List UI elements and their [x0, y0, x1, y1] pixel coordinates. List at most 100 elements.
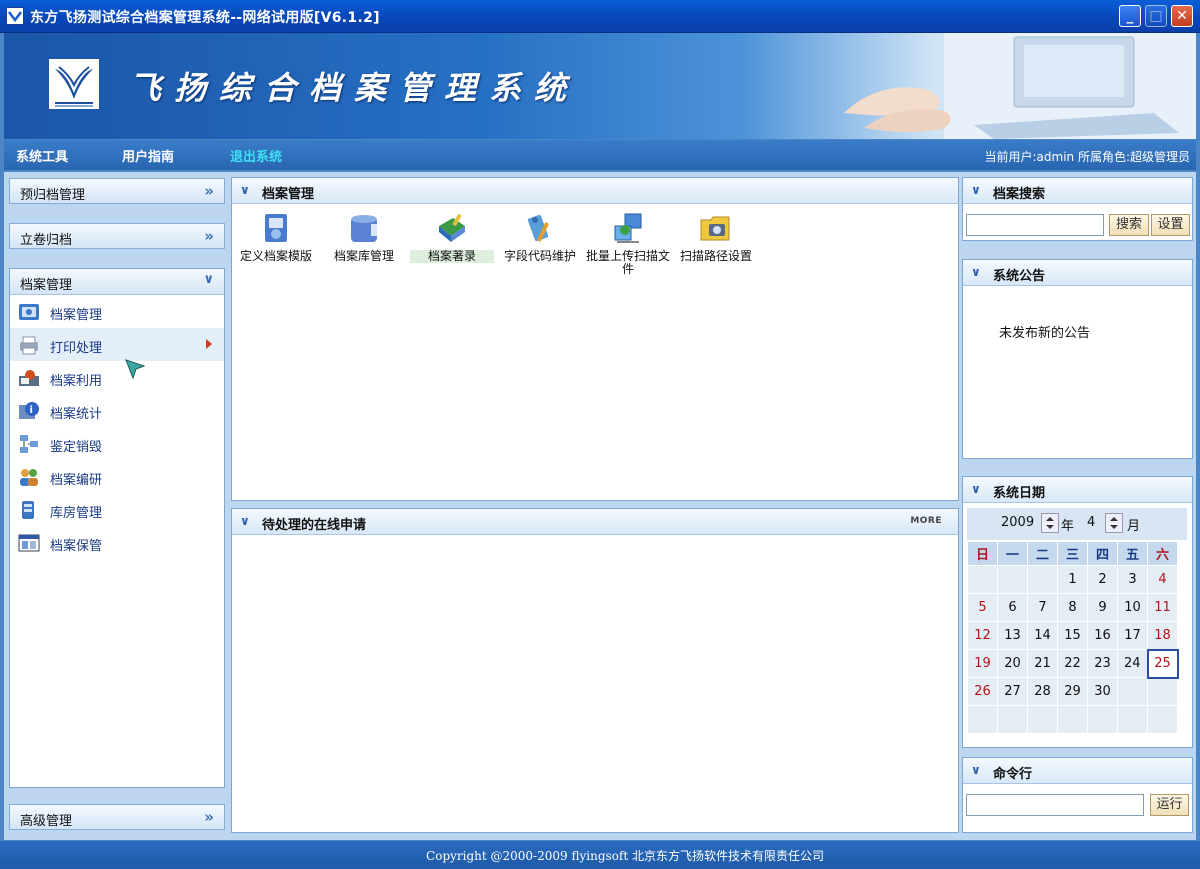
calendar-day[interactable]: 23	[1087, 649, 1118, 678]
calendar-day[interactable]: 19	[967, 649, 998, 678]
command-panel-header[interactable]: ∨ 命令行	[963, 758, 1192, 784]
weekday-header: 日	[967, 541, 998, 566]
weekday-header: 二	[1027, 541, 1058, 566]
calendar-day[interactable]: 18	[1147, 621, 1178, 650]
nav-item-archive-manage[interactable]: 档案管理	[10, 295, 224, 328]
calendar-day[interactable]: 29	[1057, 677, 1088, 706]
calendar-day[interactable]: 17	[1117, 621, 1148, 650]
calendar-year: 2009	[1001, 515, 1035, 530]
nav-item-label: 档案保管	[50, 539, 103, 554]
panel-title: 档案管理	[262, 187, 315, 202]
more-link[interactable]: MORE	[910, 516, 942, 526]
calendar-day[interactable]: 5	[967, 593, 998, 622]
search-input[interactable]	[966, 214, 1104, 236]
catalog-icon	[435, 212, 469, 246]
archive-panel-header[interactable]: ∨ 档案管理	[232, 178, 958, 204]
window-titlebar[interactable]: 东方飞扬测试综合档案管理系统--网络试用版[V6.1.2] _ □ ✕	[0, 0, 1200, 33]
calendar-day[interactable]: 8	[1057, 593, 1088, 622]
calendar-day[interactable]: 27	[997, 677, 1028, 706]
chevron-down-icon: ∨	[240, 514, 250, 528]
menu-exit-system[interactable]: 退出系统	[230, 146, 282, 165]
calendar-day[interactable]: 12	[967, 621, 998, 650]
calendar-day[interactable]: 20	[997, 649, 1028, 678]
scan-path-shortcut[interactable]: 扫描路径设置	[674, 212, 758, 263]
nav-item-appraise-destroy[interactable]: 鉴定销毁	[10, 427, 224, 460]
nav-item-statistics[interactable]: i 档案统计	[10, 394, 224, 427]
calendar-day[interactable]: 7	[1027, 593, 1058, 622]
nav-section-archive-header[interactable]: 档案管理 ∨	[10, 269, 224, 295]
nav-section-prearchive[interactable]: 预归档管理 »	[9, 178, 225, 204]
calendar-week: 19 20 21 22 23 24 25	[967, 648, 1179, 679]
chevron-down-icon: ∨	[971, 763, 981, 777]
year-spinner[interactable]	[1041, 513, 1059, 533]
calendar-day[interactable]: 14	[1027, 621, 1058, 650]
batch-upload-shortcut[interactable]: 批量上传扫描文件	[586, 212, 670, 276]
nav-section-advanced[interactable]: 高级管理 »	[9, 804, 225, 830]
maximize-button[interactable]: □	[1145, 5, 1167, 27]
minimize-button[interactable]: _	[1119, 5, 1141, 27]
panel-title: 命令行	[993, 767, 1033, 782]
calendar-day[interactable]: 24	[1117, 649, 1148, 678]
search-button[interactable]: 搜索	[1109, 214, 1149, 236]
calendar-day[interactable]: 16	[1087, 621, 1118, 650]
nav-section-filing[interactable]: 立卷归档 »	[9, 223, 225, 249]
calendar-day[interactable]: 30	[1087, 677, 1118, 706]
template-icon	[259, 212, 293, 246]
panel-title: 待处理的在线申请	[262, 518, 367, 533]
notice-panel-header[interactable]: ∨ 系统公告	[963, 260, 1192, 286]
calendar-day[interactable]: 26	[967, 677, 998, 706]
month-spinner[interactable]	[1105, 513, 1123, 533]
menu-user-guide[interactable]: 用户指南	[122, 146, 174, 165]
calendar-day	[1027, 705, 1058, 734]
archive-icon	[18, 302, 40, 322]
calendar-day	[1147, 705, 1178, 734]
calendar-day[interactable]: 22	[1057, 649, 1088, 678]
calendar-day[interactable]: 15	[1057, 621, 1088, 650]
panel-title: 系统日期	[993, 486, 1046, 501]
calendar-day[interactable]: 2	[1087, 565, 1118, 594]
calendar-day[interactable]: 13	[997, 621, 1028, 650]
search-panel-header[interactable]: ∨ 档案搜索	[963, 178, 1192, 204]
user-document-icon	[18, 368, 40, 388]
weekday-header: 五	[1117, 541, 1148, 566]
archive-catalog-shortcut[interactable]: 档案著录	[410, 212, 494, 263]
menu-system-tools[interactable]: 系统工具	[16, 146, 68, 165]
shortcut-label: 档案著录	[410, 250, 494, 263]
calendar-day[interactable]: 9	[1087, 593, 1118, 622]
calendar-day[interactable]: 6	[997, 593, 1028, 622]
nav-item-custody[interactable]: 档案保管	[10, 526, 224, 559]
nav-item-compile[interactable]: 档案编研	[10, 460, 224, 493]
upload-scan-icon	[611, 212, 645, 246]
run-button[interactable]: 运行	[1150, 794, 1189, 816]
calendar-day[interactable]: 4	[1147, 565, 1178, 594]
calendar-day[interactable]: 28	[1027, 677, 1058, 706]
calendar-day	[1087, 705, 1118, 734]
nav-item-label: 打印处理	[50, 341, 103, 356]
field-code-shortcut[interactable]: 字段代码维护	[498, 212, 582, 263]
nav-item-label: 鉴定销毁	[50, 440, 103, 455]
shortcut-label: 定义档案模版	[239, 249, 312, 263]
command-input[interactable]	[966, 794, 1144, 816]
calendar-day[interactable]: 21	[1027, 649, 1058, 678]
calendar-month: 4	[1087, 515, 1096, 530]
nav-item-archive-use[interactable]: 档案利用	[10, 361, 224, 394]
calendar-day[interactable]: 11	[1147, 593, 1178, 622]
nav-item-print[interactable]: 打印处理	[10, 328, 224, 361]
people-icon	[18, 467, 40, 487]
calendar-week: 1234	[967, 565, 1178, 594]
date-panel-header[interactable]: ∨ 系统日期	[963, 477, 1192, 503]
chevron-down-icon: ∨	[971, 482, 981, 496]
pending-panel-header[interactable]: ∨ 待处理的在线申请 MORE	[232, 509, 958, 535]
archive-library-shortcut[interactable]: 档案库管理	[322, 212, 406, 263]
nav-item-label: 档案利用	[50, 374, 103, 389]
calendar-day[interactable]: 3	[1117, 565, 1148, 594]
calendar-day[interactable]: 10	[1117, 593, 1148, 622]
calendar-day[interactable]: 1	[1057, 565, 1088, 594]
settings-button[interactable]: 设置	[1151, 214, 1190, 236]
close-button[interactable]: ✕	[1171, 5, 1193, 27]
archive-management-panel: ∨ 档案管理 定义档案模版 档案库管理 档案著录 字段代码维护 批量上传扫描文件	[231, 177, 959, 501]
nav-item-storage[interactable]: 库房管理	[10, 493, 224, 526]
calendar-day-today[interactable]: 25	[1146, 648, 1179, 679]
define-template-shortcut[interactable]: 定义档案模版	[234, 212, 318, 263]
nav-item-label: 库房管理	[50, 506, 103, 521]
